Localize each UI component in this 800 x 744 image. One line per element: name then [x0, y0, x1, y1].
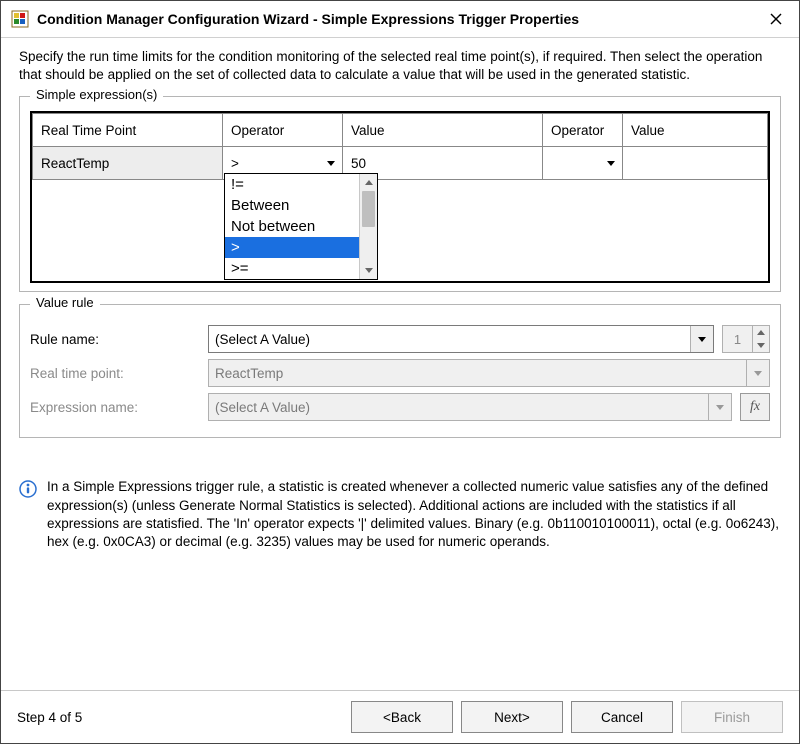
chevron-down-icon: [327, 161, 335, 166]
spinner-up[interactable]: [753, 326, 769, 339]
spinner-value: 1: [723, 326, 752, 352]
table-header-row: Real Time Point Operator Value Operator …: [33, 114, 768, 147]
value-rule-legend: Value rule: [30, 295, 100, 310]
close-icon: [770, 13, 782, 25]
expression-name-label: Expression name:: [30, 400, 200, 415]
rule-name-value: (Select A Value): [215, 332, 310, 347]
app-icon: [11, 10, 29, 28]
rule-name-label: Rule name:: [30, 332, 200, 347]
expressions-table-wrap: Real Time Point Operator Value Operator …: [30, 111, 770, 283]
chevron-down-icon: [754, 371, 762, 376]
operator-option-neq[interactable]: !=: [225, 174, 360, 195]
col-real-time-point[interactable]: Real Time Point: [33, 114, 223, 147]
chevron-down-icon: [365, 268, 373, 273]
col-value-2[interactable]: Value: [623, 114, 768, 147]
operator-2-dropdown-button[interactable]: [602, 149, 620, 177]
next-button[interactable]: Next>: [461, 701, 563, 733]
dropdown-scrollbar[interactable]: [359, 174, 377, 279]
rtp-label: Real time point:: [30, 366, 200, 381]
chevron-down-icon: [698, 337, 706, 342]
cancel-button[interactable]: Cancel: [571, 701, 673, 733]
scroll-up-button[interactable]: [360, 174, 377, 191]
expression-name-row: Expression name: (Select A Value) fx: [30, 393, 770, 421]
rule-name-dropdown-button[interactable]: [690, 326, 713, 352]
spinner-down[interactable]: [753, 339, 769, 352]
finish-button: Finish: [681, 701, 783, 733]
dropdown-viewport: != Between Not between > >=: [225, 174, 377, 279]
rule-count-spinner: 1: [722, 325, 770, 353]
col-value-1[interactable]: Value: [343, 114, 543, 147]
expression-name-value: (Select A Value): [215, 400, 310, 415]
info-icon: [19, 480, 37, 551]
scroll-track[interactable]: [360, 191, 377, 262]
chevron-down-icon: [757, 343, 765, 348]
operator-option-not-between[interactable]: Not between: [225, 216, 360, 237]
expression-name-combo: (Select A Value): [208, 393, 732, 421]
expressions-table: Real Time Point Operator Value Operator …: [32, 113, 768, 180]
scroll-thumb[interactable]: [362, 191, 375, 227]
rule-name-combo[interactable]: (Select A Value): [208, 325, 714, 353]
table-row[interactable]: ReactTemp > 50: [33, 147, 768, 180]
operator-dropdown[interactable]: != Between Not between > >=: [224, 173, 378, 280]
col-operator-1[interactable]: Operator: [223, 114, 343, 147]
rule-name-row: Rule name: (Select A Value) 1: [30, 325, 770, 353]
real-time-point-row: Real time point: ReactTemp: [30, 359, 770, 387]
body: Specify the run time limits for the cond…: [1, 38, 799, 690]
chevron-down-icon: [607, 161, 615, 166]
footer: Step 4 of 5 <Back Next> Cancel Finish: [1, 690, 799, 743]
window-title: Condition Manager Configuration Wizard -…: [37, 11, 753, 27]
rtp-value: ReactTemp: [215, 366, 283, 381]
back-button[interactable]: <Back: [351, 701, 453, 733]
cell-operator-2[interactable]: [543, 147, 623, 180]
titlebar: Condition Manager Configuration Wizard -…: [1, 1, 799, 38]
fx-icon: fx: [750, 399, 760, 415]
info-text: In a Simple Expressions trigger rule, a …: [47, 478, 781, 551]
cell-value-2[interactable]: [623, 147, 768, 180]
expressions-legend: Simple expression(s): [30, 87, 163, 102]
scroll-down-button[interactable]: [360, 262, 377, 279]
intro-text: Specify the run time limits for the cond…: [19, 48, 781, 84]
chevron-down-icon: [716, 405, 724, 410]
rtp-dropdown-button: [746, 360, 769, 386]
step-label: Step 4 of 5: [17, 710, 343, 725]
value-rule-group: Value rule Rule name: (Select A Value) 1…: [19, 304, 781, 438]
chevron-up-icon: [757, 330, 765, 335]
col-operator-2[interactable]: Operator: [543, 114, 623, 147]
wizard-window: Condition Manager Configuration Wizard -…: [0, 0, 800, 744]
expressions-group: Simple expression(s) Real Time Point Ope…: [19, 96, 781, 292]
close-button[interactable]: [753, 1, 799, 37]
operator-option-gt[interactable]: >: [225, 237, 360, 258]
cell-real-time-point[interactable]: ReactTemp: [33, 147, 223, 180]
operator-option-gte[interactable]: >=: [225, 258, 360, 279]
rtp-combo: ReactTemp: [208, 359, 770, 387]
info-section: In a Simple Expressions trigger rule, a …: [19, 478, 781, 551]
expression-name-dropdown-button: [708, 394, 731, 420]
fx-button[interactable]: fx: [740, 393, 770, 421]
chevron-up-icon: [365, 180, 373, 185]
operator-option-between[interactable]: Between: [225, 195, 360, 216]
operator-1-value: >: [231, 156, 239, 171]
